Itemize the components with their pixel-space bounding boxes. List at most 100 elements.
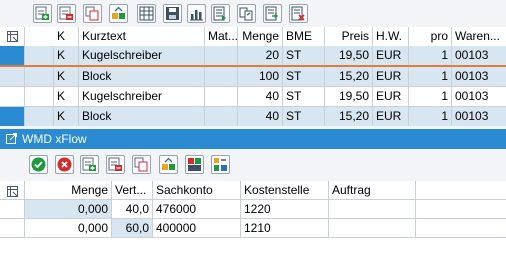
delete-row-button[interactable] xyxy=(106,155,125,174)
cell-waren[interactable]: 00103 xyxy=(452,107,506,126)
cell-pro[interactable]: 1 xyxy=(409,46,452,65)
cell-pro[interactable]: 1 xyxy=(409,107,452,126)
cell-sachkonto[interactable]: 400000 xyxy=(153,219,241,237)
cell-kostenstelle[interactable]: 1220 xyxy=(241,200,329,218)
main-toolbar xyxy=(0,0,506,27)
cell-auftrag[interactable] xyxy=(329,219,416,237)
cell-k[interactable]: K xyxy=(54,67,79,86)
col-header-waren[interactable]: Waren... xyxy=(452,27,506,46)
table-button[interactable] xyxy=(137,4,156,23)
cell-bme[interactable]: ST xyxy=(283,46,325,65)
col-header-menge[interactable]: Menge xyxy=(238,27,283,46)
table-row[interactable]: K Block 100 ST 15,20 EUR 1 00103 xyxy=(0,67,506,87)
row-cell-empty xyxy=(25,46,54,65)
cell-bme[interactable]: ST xyxy=(283,87,325,106)
copy-icon xyxy=(134,157,148,172)
col-header-hw[interactable]: H.W. xyxy=(373,27,409,46)
import-button[interactable] xyxy=(211,4,230,23)
chart-button[interactable] xyxy=(187,4,206,23)
layout-button[interactable] xyxy=(185,155,204,174)
table-settings-icon[interactable] xyxy=(7,31,18,42)
cell-mat[interactable] xyxy=(205,67,238,86)
cell-pro[interactable]: 1 xyxy=(409,87,452,106)
cell-preis[interactable]: 15,20 xyxy=(325,67,373,86)
table-row[interactable]: K Block 40 ST 15,20 EUR 1 00103 xyxy=(0,107,506,126)
cell-preis[interactable]: 19,50 xyxy=(325,87,373,106)
table-icon xyxy=(139,6,154,21)
select-all-cell[interactable] xyxy=(0,27,25,46)
cell-bme[interactable]: ST xyxy=(283,107,325,126)
col-header-menge[interactable]: Menge xyxy=(25,181,112,199)
delete-row-button[interactable] xyxy=(57,4,76,23)
row-selector[interactable] xyxy=(0,46,25,65)
col-header-bme[interactable]: BME xyxy=(283,27,325,46)
col-header-k[interactable]: K xyxy=(54,27,79,46)
cell-pro[interactable]: 1 xyxy=(409,67,452,86)
cell-kurztext[interactable]: Block xyxy=(79,107,205,126)
delete-document-button[interactable] xyxy=(289,4,308,23)
cell-kurztext[interactable]: Block xyxy=(79,67,205,86)
cell-menge[interactable]: 0,000 xyxy=(25,200,112,218)
cancel-button[interactable] xyxy=(55,155,74,174)
table-row[interactable]: K Kugelschreiber 20 ST 19,50 EUR 1 00103 xyxy=(0,46,506,67)
row-selector[interactable] xyxy=(0,200,25,218)
cell-hw[interactable]: EUR xyxy=(373,67,409,86)
distribute-button[interactable] xyxy=(211,155,230,174)
transfer-button[interactable] xyxy=(237,4,256,23)
row-selector[interactable] xyxy=(0,87,25,106)
cell-menge[interactable]: 40 xyxy=(238,107,283,126)
cell-preis[interactable]: 19,50 xyxy=(325,46,373,65)
check-icon xyxy=(31,157,46,172)
cell-auftrag[interactable] xyxy=(329,200,416,218)
cell-menge[interactable]: 100 xyxy=(238,67,283,86)
col-header-kurztext[interactable]: Kurztext xyxy=(79,27,205,46)
copy-button[interactable] xyxy=(132,155,151,174)
table-settings-icon[interactable] xyxy=(7,184,18,197)
cell-k[interactable]: K xyxy=(54,46,79,65)
move-button[interactable] xyxy=(109,4,128,23)
cell-waren[interactable]: 00103 xyxy=(452,87,506,106)
col-header-kostenstelle[interactable]: Kostenstelle xyxy=(241,181,329,199)
cell-hw[interactable]: EUR xyxy=(373,87,409,106)
cell-mat[interactable] xyxy=(205,87,238,106)
cell-waren[interactable]: 00103 xyxy=(452,67,506,86)
cell-kurztext[interactable]: Kugelschreiber xyxy=(79,46,205,65)
cell-preis[interactable]: 15,20 xyxy=(325,107,373,126)
row-selector[interactable] xyxy=(0,67,25,86)
cell-waren[interactable]: 00103 xyxy=(452,46,506,65)
col-header-sachkonto[interactable]: Sachkonto xyxy=(153,181,241,199)
cell-mat[interactable] xyxy=(205,107,238,126)
cell-menge[interactable]: 20 xyxy=(238,46,283,65)
table-row[interactable]: 0,000 40,0 476000 1220 xyxy=(0,200,506,219)
cell-hw[interactable]: EUR xyxy=(373,107,409,126)
confirm-button[interactable] xyxy=(29,155,48,174)
col-header-vert[interactable]: Vert... xyxy=(112,181,153,199)
col-header-pro[interactable]: pro xyxy=(409,27,452,46)
export-button[interactable] xyxy=(263,4,282,23)
select-all-cell[interactable] xyxy=(0,181,25,199)
table-row[interactable]: 0,000 60,0 400000 1210 xyxy=(0,219,506,238)
insert-row-button[interactable] xyxy=(80,155,99,174)
cell-kostenstelle[interactable]: 1210 xyxy=(241,219,329,237)
row-selector[interactable] xyxy=(0,219,25,237)
table-row[interactable]: K Kugelschreiber 40 ST 19,50 EUR 1 00103 xyxy=(0,87,506,107)
col-header-mat[interactable]: Mat... xyxy=(205,27,238,46)
cell-menge[interactable]: 40 xyxy=(238,87,283,106)
cell-vert[interactable]: 60,0 xyxy=(112,219,153,237)
col-header-auftrag[interactable]: Auftrag xyxy=(329,181,416,199)
copy-button[interactable] xyxy=(83,4,102,23)
col-header-preis[interactable]: Preis xyxy=(325,27,373,46)
cell-bme[interactable]: ST xyxy=(283,67,325,86)
cell-vert[interactable]: 40,0 xyxy=(112,200,153,218)
cell-hw[interactable]: EUR xyxy=(373,46,409,65)
cell-k[interactable]: K xyxy=(54,87,79,106)
row-selector[interactable] xyxy=(0,107,25,126)
cell-menge[interactable]: 0,000 xyxy=(25,219,112,237)
save-button[interactable] xyxy=(163,4,182,23)
move-button[interactable] xyxy=(159,155,178,174)
cell-kurztext[interactable]: Kugelschreiber xyxy=(79,87,205,106)
cell-k[interactable]: K xyxy=(54,107,79,126)
cell-mat[interactable] xyxy=(205,46,238,65)
insert-row-button[interactable] xyxy=(33,4,52,23)
cell-sachkonto[interactable]: 476000 xyxy=(153,200,241,218)
